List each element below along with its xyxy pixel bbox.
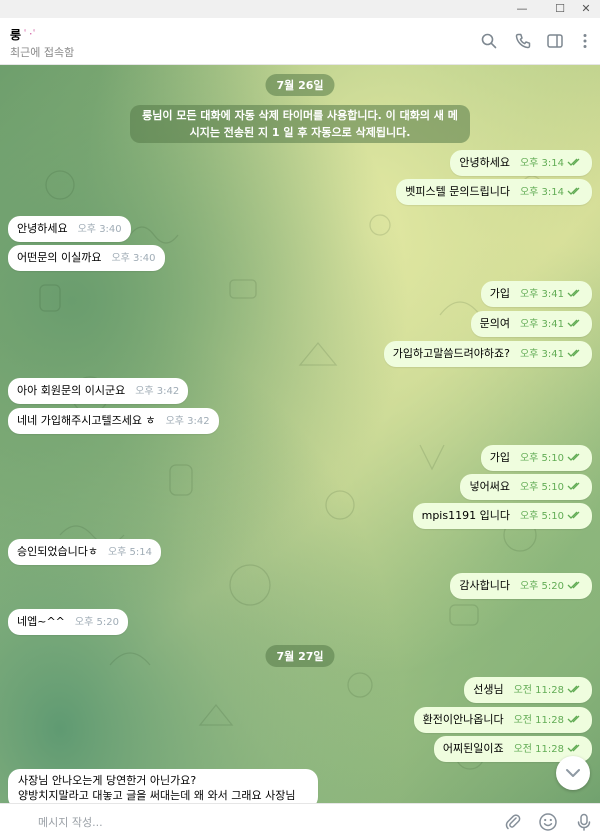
window-titlebar: — ☐ ✕ bbox=[0, 0, 600, 18]
double-check-icon bbox=[567, 289, 580, 297]
message-time: 오후 5:10 bbox=[519, 511, 564, 522]
message-text: 안녕하세요 bbox=[459, 156, 510, 169]
message-bubble-incoming-multiline[interactable]: 사장님 안나오는게 당연한거 아닌가요? 양방치지말라고 대놓고 글을 써대는데… bbox=[8, 769, 318, 803]
emoji-icon[interactable] bbox=[538, 812, 558, 832]
message-bubble-outgoing[interactable]: 가입하고말씀드려야하죠? 오후 3:41 bbox=[383, 341, 592, 367]
message-text: 가입하고말씀드려야하죠? bbox=[392, 347, 510, 360]
message-time: 오후 5:14 bbox=[107, 547, 153, 558]
chat-header: 룽 ﾟ･ﾟ 최근에 접속함 bbox=[0, 18, 600, 65]
message-bubble-outgoing[interactable]: 가입 오후 3:41 bbox=[480, 281, 592, 307]
message-bubble-incoming[interactable]: 네네 가입해주시고텔즈세요 ㅎ 오후 3:42 bbox=[8, 408, 219, 434]
message-time: 오후 5:10 bbox=[519, 482, 564, 493]
message-text: 네네 가입해주시고텔즈세요 ㅎ bbox=[17, 414, 156, 427]
message-text: 환전이안나옵니다 bbox=[422, 713, 504, 726]
message-bubble-outgoing[interactable]: 감사합니다 오후 5:20 bbox=[450, 573, 592, 599]
message-bubble-outgoing[interactable]: 넣어써요 오후 5:10 bbox=[460, 474, 592, 500]
message-time: 오전 11:28 bbox=[513, 685, 564, 696]
message-time: 오후 3:40 bbox=[77, 224, 122, 235]
message-bubble-outgoing[interactable]: 가입 오후 5:10 bbox=[480, 445, 592, 471]
message-composer bbox=[0, 803, 600, 839]
message-text: 문의여 bbox=[479, 317, 510, 330]
chat-status: 최근에 접속함 bbox=[10, 46, 75, 59]
double-check-icon bbox=[567, 581, 580, 589]
service-message: 룽님이 모든 대화에 자동 삭제 타이머를 사용합니다. 이 대화의 새 메시지… bbox=[130, 105, 470, 143]
maximize-button[interactable]: ☐ bbox=[546, 0, 574, 18]
message-time: 오후 3:42 bbox=[165, 416, 210, 427]
message-text: 어떤문의 이실까요 bbox=[17, 251, 102, 264]
message-bubble-incoming[interactable]: 승인되었습니다ㅎ 오후 5:14 bbox=[8, 539, 162, 565]
message-bubble-incoming[interactable]: 안녕하세요 오후 3:40 bbox=[8, 216, 131, 242]
double-check-icon bbox=[567, 158, 580, 166]
message-time: 오후 3:41 bbox=[519, 289, 564, 300]
message-bubble-outgoing[interactable]: 안녕하세요 오후 3:14 bbox=[450, 150, 592, 176]
message-text: 네엡~^^ bbox=[17, 615, 65, 628]
double-check-icon bbox=[567, 744, 580, 752]
message-text: 넣어써요 bbox=[469, 480, 510, 493]
message-time: 오후 3:40 bbox=[111, 253, 156, 264]
attach-icon[interactable] bbox=[503, 812, 523, 832]
message-time: 오후 5:20 bbox=[519, 581, 564, 592]
message-input[interactable] bbox=[38, 813, 478, 831]
message-text: 가입 bbox=[489, 451, 510, 464]
message-bubble-outgoing[interactable]: mpis1191 입니다 오후 5:10 bbox=[412, 503, 592, 529]
more-icon[interactable] bbox=[576, 32, 594, 50]
message-time: 오후 3:14 bbox=[519, 187, 564, 198]
message-bubble-outgoing[interactable]: 환전이안나옵니다 오전 11:28 bbox=[413, 707, 592, 733]
message-text: mpis1191 입니다 bbox=[421, 509, 510, 522]
message-time: 오후 3:41 bbox=[519, 349, 564, 360]
microphone-icon[interactable] bbox=[574, 812, 594, 832]
message-text: 감사합니다 bbox=[459, 579, 510, 592]
message-text: 승인되었습니다ㅎ bbox=[17, 545, 98, 558]
minimize-button[interactable]: — bbox=[508, 0, 536, 18]
double-check-icon bbox=[567, 453, 580, 461]
double-check-icon bbox=[567, 349, 580, 357]
message-bubble-incoming[interactable]: 네엡~^^ 오후 5:20 bbox=[8, 609, 128, 635]
message-bubble-incoming[interactable]: 아아 회원문의 이시군요 오후 3:42 bbox=[8, 378, 189, 404]
message-text: 선생님 bbox=[473, 683, 504, 696]
search-icon[interactable] bbox=[480, 32, 498, 50]
scroll-to-bottom-button[interactable] bbox=[556, 756, 590, 790]
message-text-line: 사장님 안나오는게 당연한거 아닌가요? bbox=[18, 774, 197, 787]
message-text: 가입 bbox=[489, 287, 510, 300]
message-text: 벳피스텔 문의드립니다 bbox=[405, 185, 510, 198]
message-time: 오후 5:20 bbox=[74, 617, 119, 628]
close-window-button[interactable]: ✕ bbox=[572, 0, 600, 18]
double-check-icon bbox=[567, 685, 580, 693]
date-separator: 7월 26일 bbox=[265, 74, 335, 96]
chevron-down-icon bbox=[566, 769, 580, 777]
message-bubble-outgoing[interactable]: 선생님 오전 11:28 bbox=[464, 677, 592, 703]
message-bubble-incoming[interactable]: 어떤문의 이실까요 오후 3:40 bbox=[8, 245, 165, 271]
message-bubble-outgoing[interactable]: 벳피스텔 문의드립니다 오후 3:14 bbox=[396, 179, 592, 205]
message-time: 오후 3:41 bbox=[519, 319, 564, 330]
chat-history[interactable]: 7월 26일 룽님이 모든 대화에 자동 삭제 타이머를 사용합니다. 이 대화… bbox=[0, 65, 600, 803]
message-bubble-outgoing[interactable]: 문의여 오후 3:41 bbox=[470, 311, 592, 337]
chat-title[interactable]: 룽 bbox=[10, 26, 21, 43]
date-separator: 7월 27일 bbox=[265, 645, 335, 667]
message-text: 아아 회원문의 이시군요 bbox=[17, 384, 126, 397]
sidebar-icon[interactable] bbox=[546, 32, 564, 50]
message-text: 안녕하세요 bbox=[17, 222, 68, 235]
double-check-icon bbox=[567, 482, 580, 490]
double-check-icon bbox=[567, 319, 580, 327]
message-text-line: 양방치지말라고 대놓고 글을 써대는데 왜 와서 그래요 사장님 bbox=[18, 789, 296, 802]
message-time: 오후 5:10 bbox=[519, 453, 564, 464]
message-time: 오전 11:28 bbox=[513, 715, 564, 726]
message-time: 오후 3:42 bbox=[135, 386, 180, 397]
message-time: 오후 3:14 bbox=[519, 158, 564, 169]
double-check-icon bbox=[567, 511, 580, 519]
double-check-icon bbox=[567, 715, 580, 723]
double-check-icon bbox=[567, 187, 580, 195]
message-text: 어찌된일이죠 bbox=[442, 742, 504, 755]
phone-icon[interactable] bbox=[514, 32, 532, 50]
chat-title-emoji: ﾟ･ﾟ bbox=[24, 30, 38, 40]
